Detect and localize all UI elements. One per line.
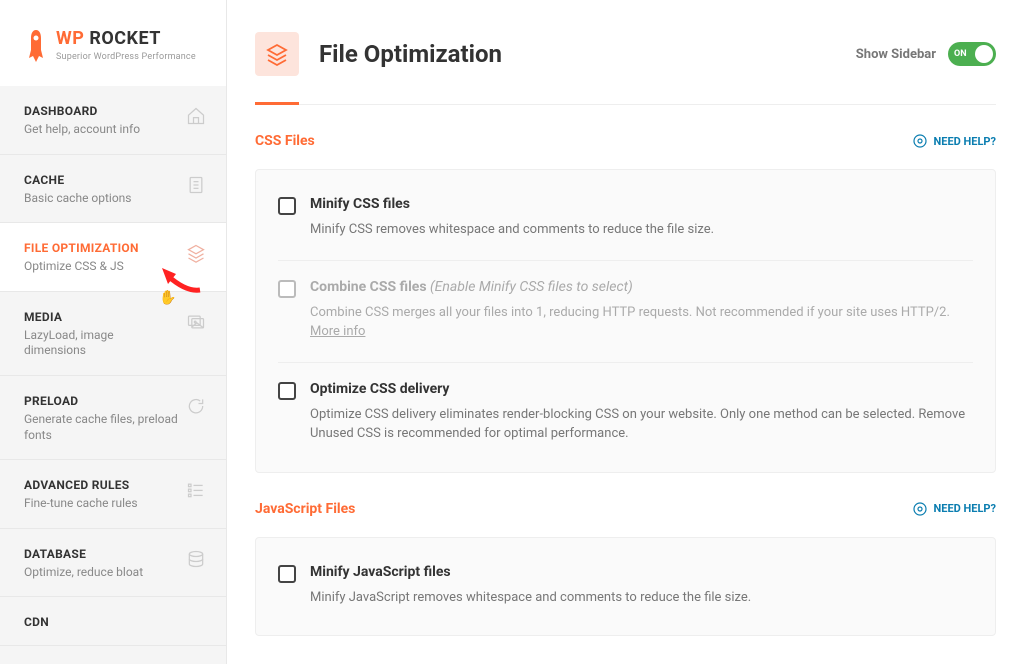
checkbox[interactable]	[278, 382, 296, 400]
file-icon	[186, 175, 206, 195]
checkbox	[278, 280, 296, 298]
sidebar-item-database[interactable]: DATABASEOptimize, reduce bloat	[0, 529, 226, 598]
sidebar-item-media[interactable]: MEDIALazyLoad, image dimensions	[0, 292, 226, 376]
stack-icon	[186, 243, 206, 263]
list-icon	[186, 480, 206, 500]
logo: WP ROCKET Superior WordPress Performance	[0, 0, 226, 86]
database-icon	[186, 549, 206, 569]
refresh-icon	[186, 396, 206, 416]
home-icon	[186, 106, 206, 126]
need-help-link[interactable]: NEED HELP?	[912, 501, 997, 517]
sidebar-item-cache[interactable]: CACHEBasic cache options	[0, 155, 226, 224]
section-javascript-files: JavaScript Files NEED HELP? Minify JavaS…	[255, 501, 996, 637]
option-desc: Combine CSS merges all your files into 1…	[310, 303, 973, 342]
checkbox[interactable]	[278, 565, 296, 583]
option-desc: Optimize CSS delivery eliminates render-…	[310, 405, 973, 444]
option-desc: Minify CSS removes whitespace and commen…	[310, 220, 973, 240]
section-title: JavaScript Files	[255, 501, 355, 517]
section-css-files: CSS Files NEED HELP? Minify CSS files Mi…	[255, 133, 996, 473]
option-minify-css: Minify CSS files Minify CSS removes whit…	[278, 178, 973, 260]
sidebar-item-advanced-rules[interactable]: ADVANCED RULESFine-tune cache rules	[0, 460, 226, 529]
option-minify-js: Minify JavaScript files Minify JavaScrip…	[278, 546, 973, 628]
option-optimize-css-delivery: Optimize CSS delivery Optimize CSS deliv…	[278, 362, 973, 464]
help-icon	[912, 501, 928, 517]
option-title: Minify CSS files	[310, 196, 973, 212]
show-sidebar-toggle[interactable]: Show Sidebar ON	[856, 42, 996, 66]
option-title: Optimize CSS delivery	[310, 381, 973, 397]
section-title: CSS Files	[255, 133, 315, 149]
stack-icon	[255, 32, 299, 76]
sidebar: WP ROCKET Superior WordPress Performance…	[0, 0, 227, 664]
rocket-icon	[24, 28, 48, 64]
option-combine-css: Combine CSS files (Enable Minify CSS fil…	[278, 260, 973, 362]
checkbox[interactable]	[278, 197, 296, 215]
sidebar-item-dashboard[interactable]: DASHBOARDGet help, account info	[0, 86, 226, 155]
option-title: Combine CSS files (Enable Minify CSS fil…	[310, 279, 973, 295]
sidebar-item-file-optimization[interactable]: FILE OPTIMIZATIONOptimize CSS & JS	[0, 223, 226, 292]
sidebar-item-preload[interactable]: PRELOADGenerate cache files, preload fon…	[0, 376, 226, 460]
help-icon	[912, 133, 928, 149]
sidebar-item-cdn[interactable]: CDN	[0, 597, 226, 646]
toggle-switch[interactable]: ON	[948, 42, 996, 66]
need-help-link[interactable]: NEED HELP?	[912, 133, 997, 149]
main-content: File Optimization Show Sidebar ON CSS Fi…	[227, 0, 1024, 664]
page-title: File Optimization	[319, 40, 502, 68]
page-header: File Optimization Show Sidebar ON	[255, 32, 996, 105]
more-info-link[interactable]: More info	[310, 324, 365, 339]
option-desc: Minify JavaScript removes whitespace and…	[310, 588, 973, 608]
image-icon	[186, 312, 206, 332]
option-title: Minify JavaScript files	[310, 564, 973, 580]
